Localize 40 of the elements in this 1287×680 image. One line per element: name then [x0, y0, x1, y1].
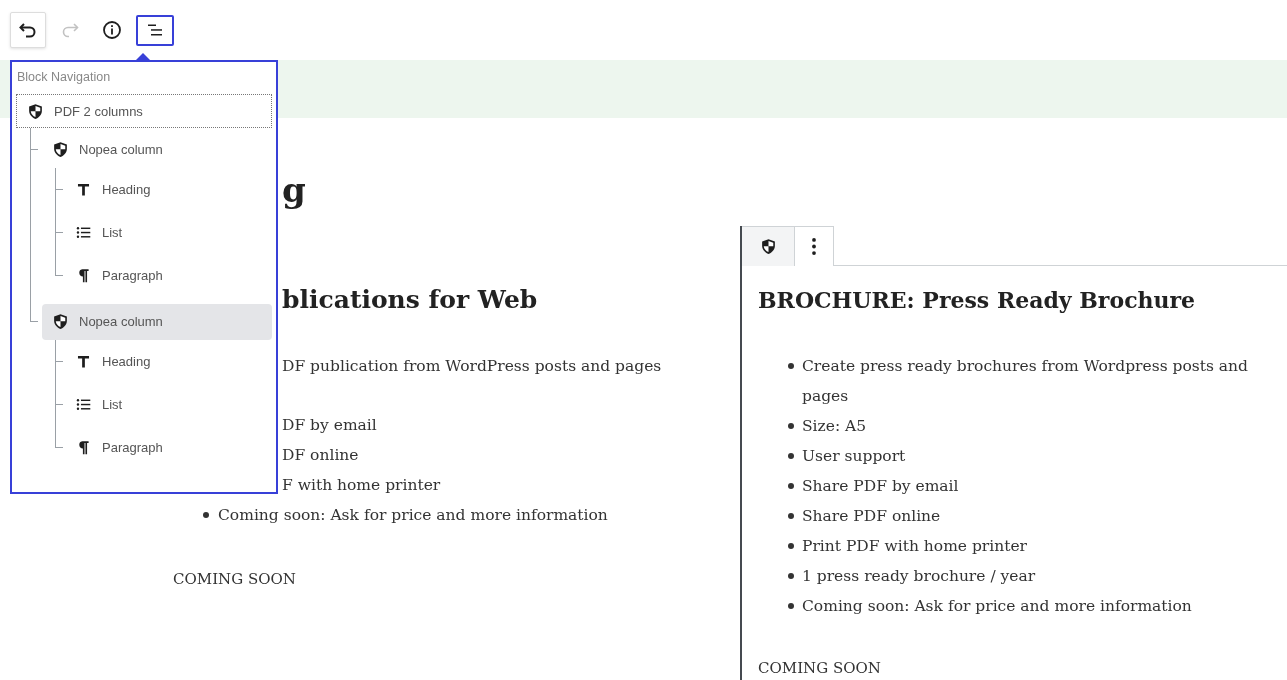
list-item-text: 1 press ready brochure / year: [802, 566, 1036, 587]
list-item-text: Create press ready brochures from Wordpress posts and pages: [802, 356, 1249, 407]
block-nav-item[interactable]: List: [67, 386, 272, 422]
note-text: COMING SOON: [173, 569, 297, 590]
info-icon: [102, 20, 122, 40]
block-type-button[interactable]: [742, 226, 795, 266]
section-heading: blications for Web: [282, 284, 539, 316]
block-nav-item[interactable]: Nopea column: [42, 303, 272, 340]
panel-title: Block Navigation: [16, 69, 112, 86]
list-item-text: Share PDF by email: [802, 476, 959, 497]
list-item-text: DF by email: [282, 415, 377, 436]
paragraph-text: DF publication from WordPress posts and pages: [282, 356, 663, 377]
undo-button[interactable]: [10, 12, 46, 48]
list-item-text: F with home printer: [282, 475, 441, 496]
block-nav-item[interactable]: Heading: [67, 171, 272, 207]
block-nav-item[interactable]: Paragraph: [67, 257, 272, 293]
shield-icon: [759, 238, 777, 255]
block-nav-item[interactable]: Heading: [67, 343, 272, 379]
shield-icon: [27, 102, 44, 120]
block-nav-item[interactable]: List: [67, 214, 272, 250]
note-text: COMING SOON: [758, 658, 882, 679]
shield-icon: [52, 313, 69, 330]
block-nav-item[interactable]: Nopea column: [42, 131, 272, 168]
undo-icon: [18, 20, 38, 40]
section-heading: BROCHURE: Press Ready Brochure: [758, 286, 1197, 315]
redo-icon: [60, 20, 80, 40]
block-nav-item[interactable]: Paragraph: [67, 429, 272, 465]
list-item-text: User support: [802, 446, 906, 467]
more-options-button[interactable]: [795, 226, 834, 266]
page-title: g: [282, 170, 307, 210]
block-nav-item[interactable]: PDF 2 columns: [16, 94, 272, 128]
shield-icon: [52, 141, 69, 158]
list-item-text: Share PDF online: [802, 506, 941, 527]
list-item-text: Coming soon: Ask for price and more information: [218, 505, 608, 526]
list-item-text: DF online: [282, 445, 359, 466]
list-item-text: Coming soon: Ask for price and more information: [802, 596, 1192, 617]
list-item-text: Size: A5: [802, 416, 867, 437]
list-item-text: Print PDF with home printer: [802, 536, 1028, 557]
outline-button[interactable]: [136, 14, 174, 46]
more-icon: [812, 238, 816, 255]
